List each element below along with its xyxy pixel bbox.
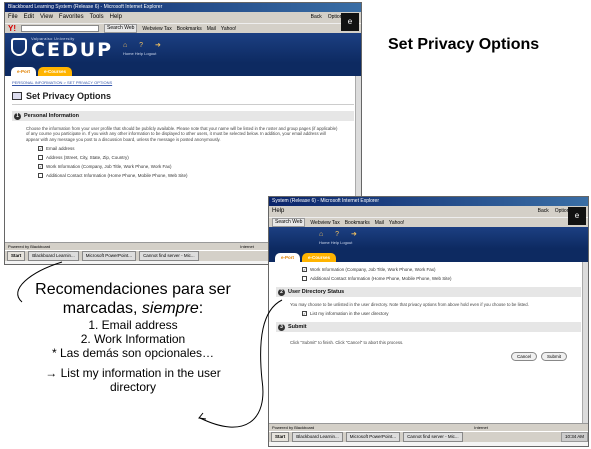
curve-to-options xyxy=(17,261,63,303)
annotation-curves xyxy=(17,261,283,428)
arrow-head xyxy=(198,412,207,420)
curve-to-directory xyxy=(199,299,283,428)
